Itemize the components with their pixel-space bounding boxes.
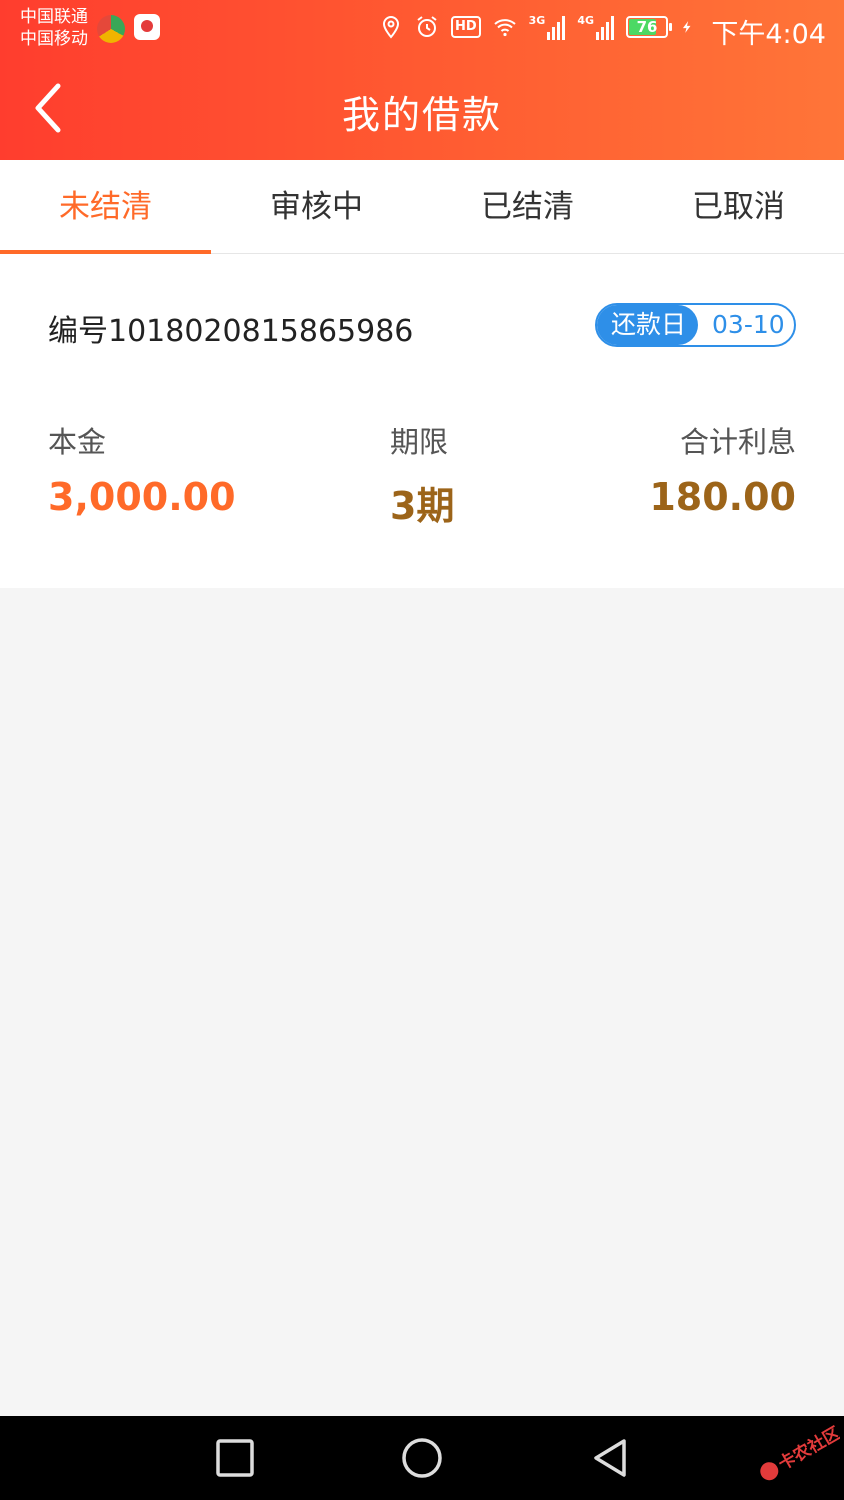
interest-block: 合计利息 180.00 xyxy=(649,419,796,519)
principal-label: 本金 xyxy=(48,425,107,459)
loan-status-tabs: 未结清 审核中 已结清 已取消 xyxy=(0,160,844,254)
triangle-back-icon[interactable] xyxy=(588,1436,632,1480)
carrier-1: 中国联通 xyxy=(20,7,88,27)
svg-text:卡农社区: 卡农社区 xyxy=(775,1423,840,1475)
watermark-logo: 卡农社区 xyxy=(748,1418,844,1482)
repay-date: 03-10 xyxy=(712,310,785,339)
tab-settled[interactable]: 已结清 xyxy=(422,160,633,253)
term-block: 期限 3期 xyxy=(390,419,454,530)
tab-cancelled[interactable]: 已取消 xyxy=(633,160,844,253)
system-nav-bar xyxy=(0,1416,844,1500)
circle-home-icon[interactable] xyxy=(400,1436,444,1480)
clock: 下午4:04 xyxy=(711,19,826,50)
carrier-2: 中国移动 xyxy=(20,29,88,49)
tab-reviewing[interactable]: 审核中 xyxy=(211,160,422,253)
tab-unsettled[interactable]: 未结清 xyxy=(0,160,211,254)
repay-label: 还款日 xyxy=(597,305,699,345)
net-4g-label: 4G xyxy=(577,14,594,27)
square-recents-icon[interactable] xyxy=(213,1436,257,1480)
term-label: 期限 xyxy=(390,425,449,459)
alarm-icon xyxy=(417,16,437,37)
repay-date-badge: 还款日 03-10 xyxy=(595,303,796,347)
app-notification-icon xyxy=(97,15,125,43)
loan-card[interactable]: 编号1018020815865986 还款日 03-10 本金 3,000.00… xyxy=(0,254,844,588)
net-3g-label: 3G xyxy=(528,14,546,27)
loan-number: 编号1018020815865986 xyxy=(48,314,414,349)
carrier-info: 中国联通 中国移动 xyxy=(20,6,88,50)
principal-value: 3,000.00 xyxy=(48,475,236,519)
principal-block: 本金 3,000.00 xyxy=(48,419,236,519)
hd-icon: HD xyxy=(450,16,481,38)
battery-level: 76 xyxy=(636,18,658,36)
interest-value: 180.00 xyxy=(649,475,796,519)
video-app-icon xyxy=(134,14,160,40)
status-bar: 中国联通 中国移动 HD 3G 4G 76 下午4:04 xyxy=(0,0,844,56)
battery-icon: 76 xyxy=(626,16,672,38)
wifi-icon xyxy=(493,19,516,37)
location-icon xyxy=(382,15,399,39)
term-value: 3期 xyxy=(390,484,455,528)
signal-4g-icon: 4G xyxy=(577,14,614,40)
app-header: 中国联通 中国移动 HD 3G 4G 76 下午4:04 我的借款 xyxy=(0,0,844,160)
interest-label: 合计利息 xyxy=(679,425,796,459)
page-title: 我的借款 xyxy=(341,93,502,137)
signal-3g-icon: 3G xyxy=(529,14,566,40)
charging-icon xyxy=(682,21,691,33)
status-icons: HD 3G 4G 76 xyxy=(379,14,694,40)
